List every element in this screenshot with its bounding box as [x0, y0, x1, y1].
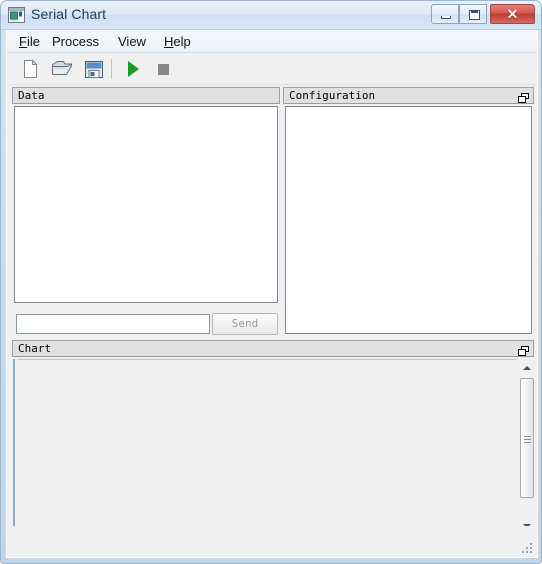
- minimize-button[interactable]: [431, 4, 459, 24]
- menu-bar: File Process View Help: [7, 30, 537, 53]
- toolbar: [7, 53, 537, 85]
- grip-line: [524, 439, 531, 440]
- application-window: Serial Chart ✕ File Process View Help Da…: [0, 0, 542, 564]
- menu-file-accel: F: [19, 34, 27, 49]
- configuration-panel: Configuration: [283, 87, 534, 337]
- vertical-scroll-thumb[interactable]: [520, 378, 534, 498]
- open-folder-button[interactable]: [49, 56, 75, 82]
- restore-window-icon[interactable]: [518, 344, 529, 356]
- close-button[interactable]: ✕: [490, 4, 535, 24]
- chart-panel-caption[interactable]: Chart: [12, 340, 534, 357]
- close-icon: ✕: [506, 6, 519, 22]
- grip-line: [524, 436, 531, 437]
- maximize-icon: [469, 10, 480, 20]
- menu-item-file[interactable]: File: [13, 33, 46, 50]
- chart-vertical-scrollbar[interactable]: [519, 359, 535, 534]
- menu-file-rest: ile: [26, 34, 40, 49]
- menu-item-help[interactable]: Help: [158, 33, 197, 50]
- client-area: File Process View Help Data Send Configu…: [6, 30, 538, 558]
- send-button[interactable]: Send: [212, 313, 278, 335]
- menu-item-process[interactable]: Process: [46, 33, 105, 50]
- chart-panel: Chart: [12, 340, 535, 552]
- menu-help-accel: H: [164, 34, 174, 49]
- minimize-icon: [441, 16, 451, 19]
- menu-view-label: View: [118, 34, 146, 49]
- caret-up-icon: [523, 365, 531, 370]
- window-title: Serial Chart: [31, 6, 107, 22]
- chart-canvas[interactable]: [17, 359, 517, 534]
- app-icon[interactable]: [8, 7, 25, 23]
- menu-item-view[interactable]: View: [112, 33, 152, 50]
- toolbar-separator: [111, 59, 112, 79]
- data-panel: Data Send: [12, 87, 280, 337]
- stop-button[interactable]: [150, 56, 176, 82]
- data-list[interactable]: [14, 106, 278, 303]
- chart-body: [13, 359, 535, 551]
- grip-line: [524, 442, 531, 443]
- configuration-panel-title: Configuration: [289, 89, 376, 102]
- new-file-button[interactable]: [17, 56, 43, 82]
- save-button[interactable]: [81, 56, 107, 82]
- data-panel-caption[interactable]: Data: [12, 87, 280, 104]
- restore-window-icon[interactable]: [518, 91, 529, 103]
- configuration-panel-caption[interactable]: Configuration: [283, 87, 534, 104]
- start-button[interactable]: [119, 56, 145, 82]
- title-bar[interactable]: Serial Chart ✕: [1, 1, 541, 30]
- data-panel-title: Data: [18, 89, 45, 102]
- resize-grip-icon[interactable]: [521, 541, 534, 554]
- configuration-content[interactable]: [285, 106, 532, 334]
- menu-process-label: Process: [52, 34, 99, 49]
- scroll-up-button[interactable]: [519, 359, 535, 376]
- chart-panel-title: Chart: [18, 342, 52, 355]
- status-bar: [7, 526, 537, 556]
- menu-help-rest: elp: [173, 34, 191, 49]
- maximize-button[interactable]: [459, 4, 487, 24]
- data-send-input[interactable]: [16, 314, 210, 334]
